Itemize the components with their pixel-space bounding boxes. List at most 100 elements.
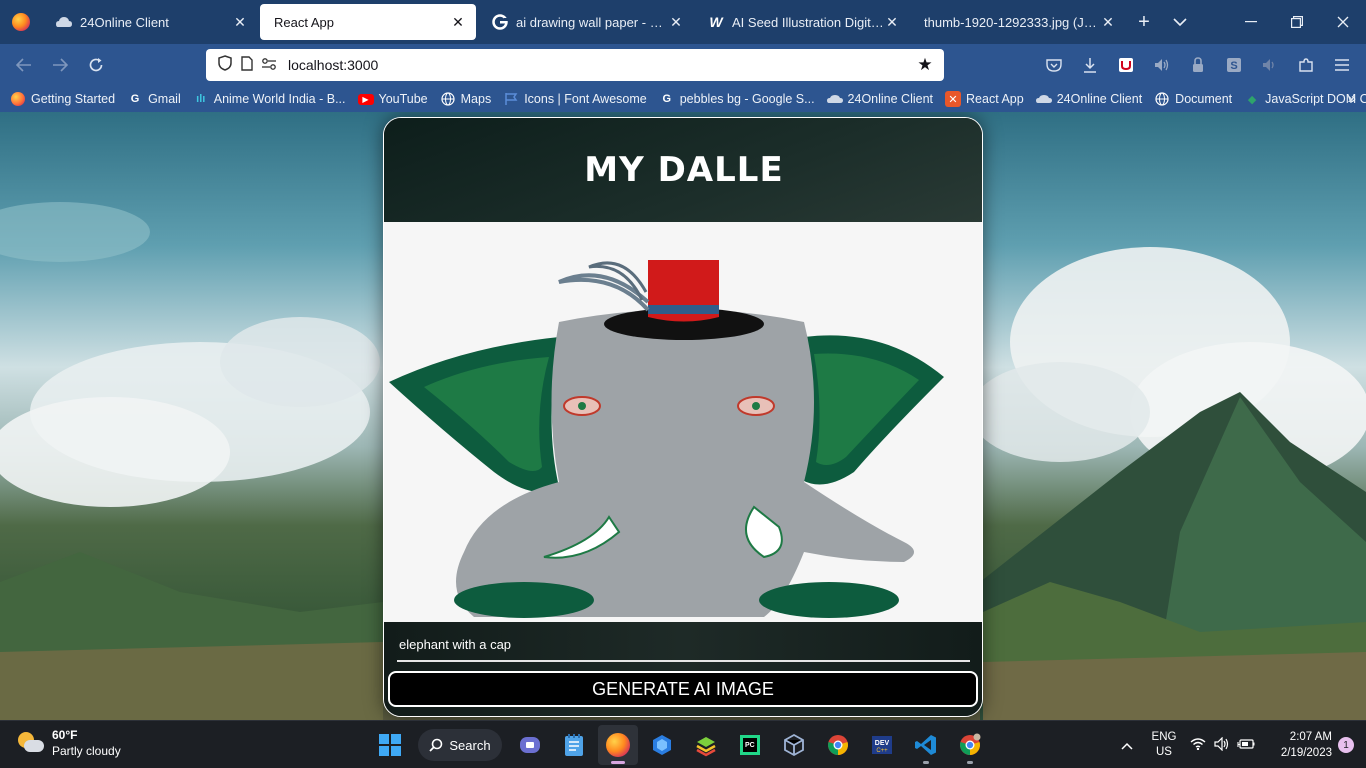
bookmark-star-icon[interactable]: ★ bbox=[914, 55, 936, 75]
restore-icon[interactable] bbox=[1274, 0, 1320, 44]
google-icon: G bbox=[130, 93, 140, 105]
region-code: US bbox=[1156, 746, 1172, 758]
chrome-profile-icon[interactable] bbox=[950, 725, 990, 765]
bookmarks-bar: Getting Started G Gmail ılı Anime World … bbox=[0, 86, 1366, 112]
permissions-icon[interactable] bbox=[258, 57, 280, 74]
chrome-icon[interactable] bbox=[818, 725, 858, 765]
close-icon[interactable]: ✕ bbox=[232, 14, 248, 31]
prompt-input[interactable] bbox=[397, 628, 970, 662]
firefox-icon[interactable] bbox=[0, 0, 42, 44]
bluestacks-icon[interactable] bbox=[686, 725, 726, 765]
taskbar-search-button[interactable]: Search bbox=[418, 729, 502, 761]
prompt-section: GENERATE AI IMAGE bbox=[384, 622, 982, 716]
close-icon[interactable]: ✕ bbox=[450, 14, 466, 31]
window-controls bbox=[1228, 0, 1366, 44]
partly-cloudy-icon bbox=[16, 729, 44, 757]
bookmark-youtube[interactable]: ▶ YouTube bbox=[357, 92, 428, 106]
search-icon bbox=[429, 738, 443, 752]
tab-ai-seed[interactable]: W AI Seed Illustration Digital Art ✕ bbox=[694, 4, 910, 40]
devcpp-icon[interactable]: DEV C++ bbox=[862, 725, 902, 765]
download-icon[interactable] bbox=[1074, 50, 1106, 80]
more-bookmarks-chevron-icon[interactable]: » bbox=[1348, 90, 1356, 107]
virtualbox-icon[interactable] bbox=[774, 725, 814, 765]
bookmark-label: 24Online Client bbox=[1056, 92, 1143, 106]
new-tab-button[interactable]: + bbox=[1126, 11, 1162, 34]
notification-badge[interactable]: 1 bbox=[1338, 737, 1354, 753]
bookmark-pebbles-bg[interactable]: G pebbles bg - Google S... bbox=[659, 91, 814, 107]
cloud-icon bbox=[1035, 91, 1052, 107]
svg-text:DEV: DEV bbox=[875, 740, 890, 747]
forward-arrow-icon[interactable] bbox=[42, 49, 78, 81]
lock-icon[interactable] bbox=[1182, 50, 1214, 80]
tab-24online[interactable]: 24Online Client ✕ bbox=[42, 4, 258, 40]
close-icon[interactable]: ✕ bbox=[668, 14, 684, 31]
speaker-muted-icon[interactable] bbox=[1254, 50, 1286, 80]
wifi-icon[interactable] bbox=[1186, 737, 1210, 753]
elephant-illustration bbox=[389, 260, 944, 618]
app-title: MY DALLE bbox=[584, 150, 784, 190]
s-extension-icon[interactable]: S bbox=[1218, 50, 1250, 80]
battery-icon[interactable] bbox=[1234, 737, 1258, 753]
copilot-icon[interactable] bbox=[642, 725, 682, 765]
pycharm-icon[interactable]: PC bbox=[730, 725, 770, 765]
firefox-icon bbox=[10, 91, 26, 107]
tab-react-app[interactable]: React App ✕ bbox=[260, 4, 476, 40]
language-code: ENG bbox=[1151, 731, 1177, 743]
bookmark-label: 24Online Client bbox=[847, 92, 934, 106]
taskbar-apps: Search PC DEV C++ bbox=[370, 725, 990, 765]
bookmark-24online-1[interactable]: 24Online Client bbox=[826, 91, 934, 107]
close-window-icon[interactable] bbox=[1320, 0, 1366, 44]
globe-icon bbox=[440, 91, 456, 107]
back-arrow-icon[interactable] bbox=[6, 49, 42, 81]
pocket-icon[interactable] bbox=[1038, 50, 1070, 80]
firefox-taskbar-icon[interactable] bbox=[598, 725, 638, 765]
vscode-icon[interactable] bbox=[906, 725, 946, 765]
dalle-card: MY DALLE elephant with a cap GENERATE AI… bbox=[383, 117, 983, 717]
hamburger-menu-icon[interactable] bbox=[1326, 50, 1358, 80]
bookmark-getting-started[interactable]: Getting Started bbox=[10, 91, 115, 107]
volume-icon[interactable] bbox=[1210, 736, 1234, 754]
clock-time: 2:07 AM bbox=[1289, 731, 1332, 743]
bookmark-label: Maps bbox=[460, 92, 492, 106]
language-indicator[interactable]: ENG US bbox=[1142, 730, 1186, 760]
bookmark-label: Anime World India - B... bbox=[213, 92, 346, 106]
weather-temperature: 60°F bbox=[52, 728, 78, 742]
extensions-puzzle-icon[interactable] bbox=[1290, 50, 1322, 80]
teams-chat-icon[interactable] bbox=[510, 725, 550, 765]
generate-ai-image-button[interactable]: GENERATE AI IMAGE bbox=[388, 671, 978, 707]
reload-icon[interactable] bbox=[78, 49, 114, 81]
shield-icon[interactable] bbox=[214, 55, 236, 75]
speaker-icon[interactable] bbox=[1146, 50, 1178, 80]
bookmark-anime-world[interactable]: ılı Anime World India - B... bbox=[193, 91, 346, 107]
tab-title: thumb-1920-1292333.jpg (JPEG Im bbox=[924, 14, 1100, 30]
tab-google-search[interactable]: ai drawing wall paper - Google ✕ bbox=[478, 4, 694, 40]
bookmark-font-awesome[interactable]: Icons | Font Awesome bbox=[503, 91, 647, 107]
start-windows-icon[interactable] bbox=[370, 725, 410, 765]
bookmark-react-app[interactable]: ✕ React App bbox=[945, 91, 1024, 107]
toolbar-extensions: S bbox=[1038, 50, 1358, 80]
react-icon: ✕ bbox=[945, 91, 962, 107]
close-icon[interactable]: ✕ bbox=[1100, 14, 1116, 31]
bookmark-24online-2[interactable]: 24Online Client bbox=[1035, 91, 1143, 107]
w-logo-icon: W bbox=[709, 14, 723, 30]
close-icon[interactable]: ✕ bbox=[884, 14, 900, 31]
taskbar-clock[interactable]: 2:07 AM 2/19/2023 bbox=[1258, 729, 1332, 761]
tab-thumb-image[interactable]: thumb-1920-1292333.jpg (JPEG Im ✕ bbox=[910, 4, 1126, 40]
show-hidden-icons-chevron-icon[interactable] bbox=[1112, 737, 1142, 753]
address-bar[interactable]: localhost:3000 ★ bbox=[206, 49, 944, 81]
bookmark-document[interactable]: Document bbox=[1154, 91, 1232, 107]
globe-icon bbox=[1154, 91, 1170, 107]
flag-icon bbox=[503, 91, 519, 107]
weather-widget[interactable]: 60°F Partly cloudy bbox=[16, 727, 121, 759]
weather-description: Partly cloudy bbox=[52, 744, 121, 758]
bookmark-maps[interactable]: Maps bbox=[440, 91, 492, 107]
list-all-tabs-chevron-icon[interactable] bbox=[1162, 14, 1198, 30]
svg-text:C++: C++ bbox=[876, 748, 888, 754]
ublock-icon[interactable] bbox=[1110, 50, 1142, 80]
tab-title: React App bbox=[274, 14, 334, 30]
svg-text:S: S bbox=[1230, 60, 1237, 72]
page-icon[interactable] bbox=[236, 55, 258, 75]
minimize-icon[interactable] bbox=[1228, 0, 1274, 44]
bookmark-gmail[interactable]: G Gmail bbox=[127, 91, 181, 107]
notepad-icon[interactable] bbox=[554, 725, 594, 765]
